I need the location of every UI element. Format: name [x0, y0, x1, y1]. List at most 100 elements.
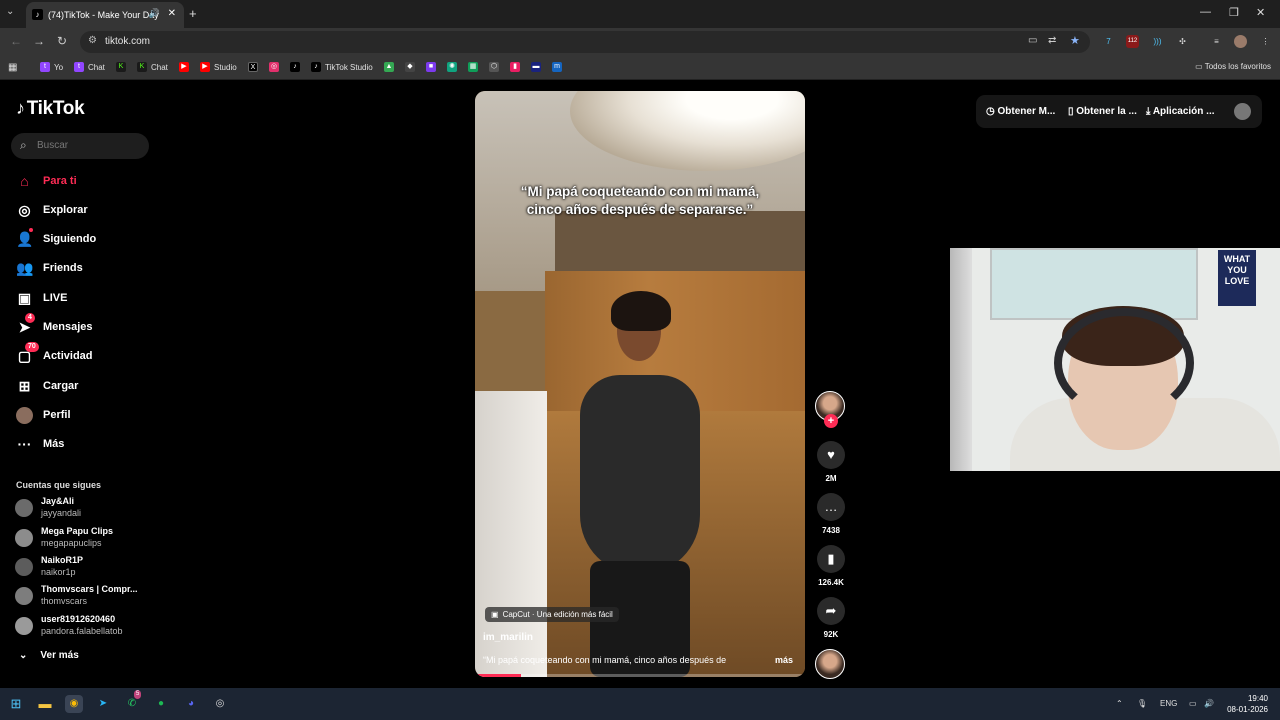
bookmark-yo[interactable]: t Yo — [40, 62, 63, 72]
following-section-title: Cuentas que sigues — [16, 480, 102, 490]
see-more-button[interactable]: ⌄ Ver más — [19, 650, 79, 661]
bookmark-ext-2[interactable]: ■ — [426, 62, 436, 72]
bookmark-tiktok[interactable]: ♪ — [290, 62, 300, 72]
bookmark-drive[interactable]: ▲ — [384, 62, 394, 72]
bookmark-kick[interactable]: K — [116, 62, 126, 72]
tab-search-icon[interactable]: ⌄ — [6, 6, 14, 17]
bookmark-chat-kick[interactable]: K Chat — [137, 62, 168, 72]
translate-icon[interactable]: ⇄ — [1048, 35, 1056, 46]
share-action[interactable]: ➦ 92K — [812, 597, 850, 639]
telegram-icon[interactable]: ➤ — [94, 695, 112, 713]
bookmark-instagram[interactable]: ◎ — [269, 62, 279, 72]
speaker-icon[interactable]: 🔊 — [149, 8, 160, 19]
nav-cargar[interactable]: ⊞ Cargar — [16, 376, 146, 396]
all-favorites-folder[interactable]: ▭ Todos los favoritos — [1195, 62, 1271, 71]
bookmark-ext-7[interactable]: m — [552, 62, 562, 72]
forward-icon[interactable]: → — [33, 34, 45, 48]
nav-explorar[interactable]: ◎ Explorar — [16, 200, 146, 220]
avatar-icon — [16, 406, 33, 424]
audio-extension-icon[interactable]: ))) — [1151, 35, 1164, 48]
reload-icon[interactable]: ↻ — [57, 34, 67, 48]
volume-icon[interactable]: 🔊 — [1204, 699, 1214, 708]
microphone-icon[interactable]: 🎙 — [1137, 699, 1147, 708]
youtube-studio-icon: ▶ — [200, 62, 210, 72]
nav-actividad[interactable]: ▢ 70 Actividad — [16, 341, 146, 366]
bookmark-youtube[interactable]: ▶ — [179, 62, 189, 72]
profile-avatar-icon[interactable] — [1234, 35, 1247, 48]
file-explorer-icon[interactable]: ▬ — [36, 695, 54, 713]
browser-toolbar: ← → ↻ ⚙ tiktok.com ▭ ⇄ ★ 7 112 ))) ✣ ≡ ⋮ — [0, 28, 1280, 56]
extension-badge-icon[interactable]: 112 — [1126, 35, 1139, 48]
back-icon[interactable]: ← — [10, 34, 22, 48]
video-progress-bar[interactable] — [475, 674, 805, 677]
windows-start-icon[interactable]: ⊞ — [7, 695, 25, 713]
chrome-icon[interactable]: ◉ — [65, 695, 83, 713]
extensions-puzzle-icon[interactable]: ✣ — [1176, 35, 1189, 48]
obs-icon[interactable]: ◎ — [211, 695, 229, 713]
nav-live[interactable]: ▣ LIVE — [16, 288, 146, 308]
spotify-icon[interactable]: ● — [152, 695, 170, 713]
user-avatar[interactable] — [1234, 103, 1251, 120]
followed-account[interactable]: Mega Papu Clips megapapuclips — [15, 525, 150, 551]
nav-friends[interactable]: 👥 Friends — [16, 258, 146, 278]
close-tab-icon[interactable]: ✕ — [168, 8, 176, 19]
sound-avatar[interactable] — [815, 649, 845, 679]
bookmark-ext-6[interactable]: ▬ — [531, 62, 541, 72]
capcut-label[interactable]: ▣ CapCut · Una edición más fácil — [485, 607, 619, 622]
more-icon: ··· — [17, 435, 32, 452]
youtube-icon: ▶ — [179, 62, 189, 72]
bookmark-ext-4[interactable]: ⬡ — [489, 62, 499, 72]
get-app-button[interactable]: ▯ Obtener la ... — [1068, 106, 1137, 117]
like-action[interactable]: ♥ 2M — [812, 441, 850, 483]
followed-account[interactable]: user81912620460 pandora.falabellatob — [15, 613, 150, 639]
nav-perfil[interactable]: Perfil — [16, 405, 146, 425]
new-tab-icon[interactable]: + — [189, 6, 197, 21]
system-clock[interactable]: 19:40 08-01-2026 — [1227, 693, 1268, 715]
whatsapp-icon[interactable]: ✆ 5 — [123, 690, 142, 713]
bookmark-tiktok-studio[interactable]: ♪ TikTok Studio — [311, 62, 373, 72]
extension-icon[interactable]: 7 — [1102, 35, 1115, 48]
x-icon: X — [248, 62, 258, 72]
chevron-up-icon[interactable]: ⌃ — [1116, 699, 1123, 708]
tiktok-logo[interactable]: ♪ TikTok — [16, 98, 85, 120]
get-coins-button[interactable]: ◷ Obtener M... — [986, 106, 1055, 117]
bookmark-chat-twitch[interactable]: t Chat — [74, 62, 105, 72]
discord-icon[interactable]: ◕ — [182, 695, 200, 713]
menu-dots-icon[interactable]: ⋮ — [1259, 35, 1272, 48]
followed-account[interactable]: Thomvscars | Compr... thomvscars — [15, 583, 150, 609]
cast-icon[interactable]: ▭ — [1028, 35, 1037, 46]
close-window-icon[interactable]: ✕ — [1256, 6, 1265, 19]
reading-list-icon[interactable]: ≡ — [1210, 35, 1223, 48]
save-action[interactable]: ▮ 126.4K — [812, 545, 850, 587]
follow-plus-icon[interactable]: + — [824, 414, 838, 428]
restore-icon[interactable]: ❐ — [1229, 6, 1239, 19]
comment-action[interactable]: … 7438 — [812, 493, 850, 535]
nav-para-ti[interactable]: ⌂ Para ti — [16, 171, 146, 191]
bookmark-sheets[interactable]: ▦ — [468, 62, 478, 72]
bookmark-icon: ▮ — [510, 62, 520, 72]
bookmark-ext-5[interactable]: ▮ — [510, 62, 520, 72]
video-author[interactable]: im_marilin — [483, 632, 533, 643]
followed-account[interactable]: Jay&Ali jayyandali — [15, 495, 150, 521]
bookmark-ext-3[interactable]: ✺ — [447, 62, 457, 72]
nav-siguiendo[interactable]: 👤 Siguiendo — [16, 227, 146, 249]
tiktok-icon: ♪ — [16, 98, 25, 118]
search-input[interactable]: ⌕ Buscar — [11, 133, 149, 159]
language-indicator[interactable]: ENG — [1160, 699, 1177, 708]
nav-mensajes[interactable]: ➤ 4 Mensajes — [16, 312, 146, 337]
bookmark-studio[interactable]: ▶ Studio — [200, 62, 237, 72]
site-info-icon[interactable]: ⚙ — [88, 35, 97, 46]
bookmark-x[interactable]: X — [248, 62, 258, 72]
apps-grid-icon[interactable]: ▦ — [8, 62, 17, 73]
network-icon[interactable]: ▭ — [1189, 699, 1197, 708]
browser-tab[interactable]: ♪ (74)TikTok - Make Your Day 🔊 ✕ — [26, 2, 184, 28]
address-bar[interactable]: ⚙ tiktok.com ▭ ⇄ ★ — [80, 31, 1090, 53]
bookmark-ext-1[interactable]: ◆ — [405, 62, 415, 72]
followed-account[interactable]: NaikoR1P naikor1p — [15, 554, 150, 580]
minimize-icon[interactable]: — — [1200, 6, 1211, 18]
bookmark-star-icon[interactable]: ★ — [1070, 34, 1080, 47]
nav-mas[interactable]: ··· Más — [16, 434, 146, 454]
download-app-button[interactable]: ⤓ Aplicación ... — [1146, 106, 1215, 117]
description-more-link[interactable]: más — [775, 655, 793, 665]
video-player[interactable]: “Mi papá coqueteando con mi mamá, cinco … — [475, 91, 805, 677]
